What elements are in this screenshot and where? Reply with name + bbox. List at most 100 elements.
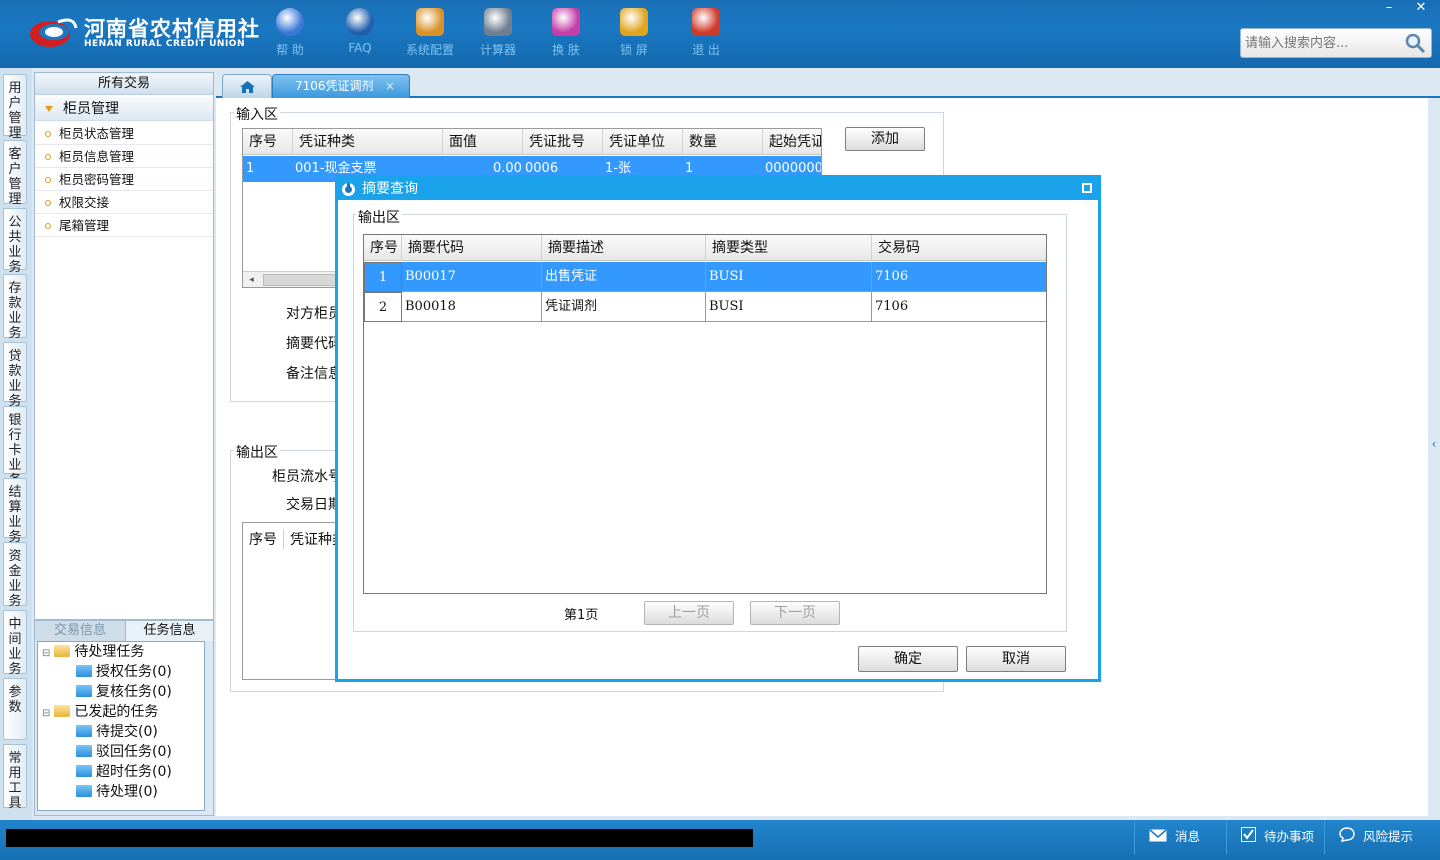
task-tree-leaf[interactable]: 驳回任务(0) <box>76 742 172 762</box>
close-window-button[interactable]: ✕ <box>1408 0 1434 18</box>
tree-label: 授权任务(0) <box>96 664 172 680</box>
tree-label: 待处理(0) <box>96 784 158 800</box>
col-start-voucher: 起始凭证 <box>763 129 821 155</box>
toolbar-item-lock[interactable]: 锁 屏 <box>604 8 664 58</box>
sidebar-item-label: 柜员信息管理 <box>59 149 135 164</box>
lock-icon <box>620 8 648 36</box>
toolbar-label: 退 出 <box>692 43 720 57</box>
cancel-button[interactable]: 取消 <box>966 646 1066 672</box>
module-tab-2[interactable]: 客户管理 <box>3 140 27 207</box>
folder-icon <box>76 685 92 697</box>
task-tree-leaf[interactable]: 授权任务(0) <box>76 662 172 682</box>
module-tab-10[interactable]: 参数 <box>3 678 27 740</box>
risk-button[interactable]: 风险提示 <box>1324 820 1440 854</box>
search-box[interactable] <box>1240 28 1432 58</box>
toolbar-label: 系统配置 <box>405 43 454 57</box>
logo-subtext: HENAN RURAL CREDIT UNION <box>84 39 245 49</box>
tab-close-icon[interactable]: × <box>385 75 395 97</box>
module-tab-1[interactable]: 用户管理 <box>3 74 27 141</box>
summary-query-dialog: 摘要查询 输出区 序号 摘要代码 摘要描述 摘要类型 交易码 1 B00017 出售… <box>335 175 1101 682</box>
input-legend: 输入区 <box>234 104 280 124</box>
col-trade-code: 交易码 <box>878 240 920 256</box>
sidebar-item[interactable]: 权限交接 <box>35 192 213 214</box>
message-button[interactable]: 消息 <box>1134 820 1226 854</box>
module-tab-7[interactable]: 结算业务 <box>3 478 27 545</box>
dialog-output-legend: 输出区 <box>356 207 402 227</box>
toolbar-label: 计算器 <box>479 43 516 57</box>
tab-task-info[interactable]: 任务信息 <box>125 621 213 641</box>
task-tree-node[interactable]: ⊟ 待处理任务 <box>42 642 144 664</box>
prev-page-button[interactable]: 上一页 <box>644 601 734 625</box>
task-tree-leaf[interactable]: 复核任务(0) <box>76 682 172 702</box>
output-col-index: 序号 <box>249 532 277 548</box>
dialog-titlebar[interactable]: 摘要查询 <box>338 178 1098 200</box>
todo-label: 待办事项 <box>1264 829 1315 844</box>
sidebar-group-teller[interactable]: 柜员管理 <box>35 97 213 121</box>
task-tree-node[interactable]: ⊟ 已发起的任务 <box>42 702 158 724</box>
col-summary-code: 摘要代码 <box>402 235 542 261</box>
remark-label: 备注信息 <box>286 366 342 382</box>
summary-row[interactable]: 1 B00017 出售凭证 BUSI 7106 <box>364 262 1046 292</box>
module-tab-4[interactable]: 存款业务 <box>3 274 27 341</box>
tab-trade-info[interactable]: 交易信息 <box>35 621 125 641</box>
tree-label: 超时任务(0) <box>96 764 172 780</box>
summary-cell: 凭证调剂 <box>542 292 706 322</box>
summary-code-label: 摘要代码 <box>286 336 342 352</box>
sidebar-item[interactable]: 柜员密码管理 <box>35 169 213 191</box>
toolbar-item-power[interactable]: 退 出 <box>676 8 736 58</box>
sidebar-item[interactable]: 柜员状态管理 <box>35 123 213 145</box>
tree-label: 待处理任务 <box>74 644 145 660</box>
maximize-icon[interactable] <box>1082 183 1092 193</box>
shirt-icon <box>552 8 580 36</box>
ok-button[interactable]: 确定 <box>858 646 958 672</box>
bullet-icon <box>45 223 51 229</box>
toolbar-item-shirt[interactable]: 换 肤 <box>536 8 596 58</box>
scroll-left-icon[interactable]: ◂ <box>243 272 260 287</box>
collapse-toggle-icon[interactable]: ⊟ <box>42 648 50 659</box>
col-batch-no: 凭证批号 <box>523 129 603 155</box>
dialog-title: 摘要查询 <box>362 181 418 197</box>
summary-row[interactable]: 2 B00018 凭证调剂 BUSI 7106 <box>364 292 1046 322</box>
task-tree-leaf[interactable]: 待提交(0) <box>76 722 158 742</box>
module-tab-3[interactable]: 公共业务 <box>3 208 27 275</box>
folder-icon <box>76 665 92 677</box>
search-icon[interactable] <box>1403 31 1427 55</box>
folder-icon <box>76 785 92 797</box>
app-header: 河南省农村信用社 HENAN RURAL CREDIT UNION 帮 助 FAQ… <box>0 0 1440 68</box>
module-tab-6[interactable]: 银行卡业务 <box>3 406 27 488</box>
toolbar-label: 锁 屏 <box>620 43 648 57</box>
toolbar-item-info[interactable]: 帮 助 <box>260 8 320 58</box>
module-tab-11[interactable]: 常用工具 <box>3 744 27 811</box>
summary-cell: B00017 <box>402 262 542 292</box>
collapse-handle-icon[interactable]: ‹ <box>1428 420 1440 468</box>
col-index: 序号 <box>364 235 402 261</box>
add-button[interactable]: 添加 <box>845 127 925 151</box>
collapse-toggle-icon[interactable]: ⊟ <box>42 708 50 719</box>
search-input[interactable] <box>1245 34 1405 52</box>
power-icon <box>692 8 720 36</box>
toolbar-item-calculator[interactable]: 计算器 <box>468 8 528 58</box>
summary-cell: 7106 <box>872 292 1046 322</box>
toolbar-item-question[interactable]: FAQ <box>330 8 390 55</box>
todo-button[interactable]: 待办事项 <box>1226 820 1324 854</box>
toolbar-item-toolbox[interactable]: 系统配置 <box>400 8 460 58</box>
tab-7106[interactable]: 7106凭证调剂 × <box>272 74 410 98</box>
summary-cell: BUSI <box>706 262 872 292</box>
next-page-button[interactable]: 下一页 <box>750 601 840 625</box>
module-tab-9[interactable]: 中间业务 <box>3 610 27 677</box>
sidebar-item[interactable]: 尾箱管理 <box>35 215 213 237</box>
folder-icon <box>76 765 92 777</box>
module-tab-8[interactable]: 资金业务 <box>3 542 27 609</box>
tab-home[interactable] <box>222 74 272 98</box>
task-tree-leaf[interactable]: 待处理(0) <box>76 782 158 802</box>
folder-icon <box>54 705 71 717</box>
module-tab-5[interactable]: 贷款业务 <box>3 342 27 409</box>
info-icon <box>276 8 304 36</box>
sidebar-header: 所有交易 <box>35 73 213 95</box>
minimize-button[interactable]: – <box>1376 0 1402 18</box>
sidebar-item[interactable]: 柜员信息管理 <box>35 146 213 168</box>
message-label: 消息 <box>1175 829 1201 844</box>
home-icon <box>240 81 255 93</box>
task-tree-leaf[interactable]: 超时任务(0) <box>76 762 172 782</box>
col-summary-type: 摘要类型 <box>706 235 872 261</box>
